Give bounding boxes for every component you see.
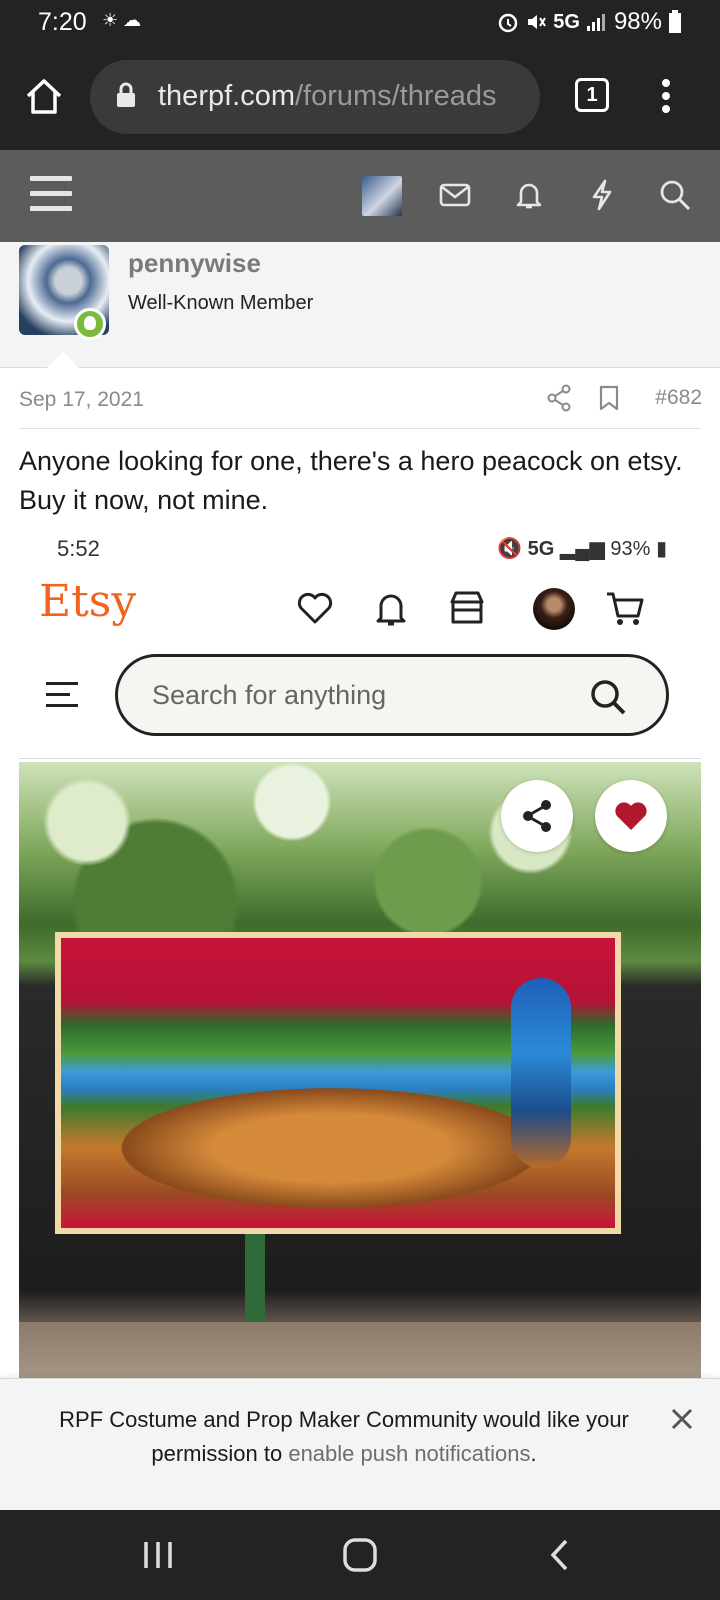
divider xyxy=(19,428,701,429)
online-status-icon xyxy=(74,308,106,340)
push-notification-prompt: RPF Costume and Prop Maker Community wou… xyxy=(0,1378,720,1510)
user-title: Well-Known Member xyxy=(128,292,314,314)
user-block-pointer xyxy=(46,352,80,369)
peacock-tapestry-photo xyxy=(19,762,701,1384)
more-options-icon[interactable] xyxy=(656,74,676,118)
embedded-menu-icon xyxy=(46,682,78,708)
etsy-account-avatar xyxy=(533,588,575,630)
etsy-logo: Etsy xyxy=(39,576,137,627)
search-icon xyxy=(591,680,626,715)
home-icon[interactable] xyxy=(22,74,66,118)
post-user-block: pennywise Well-Known Member xyxy=(0,242,720,369)
notification-prompt-text: RPF Costume and Prop Maker Community wou… xyxy=(24,1403,664,1471)
search-icon[interactable] xyxy=(658,178,692,212)
favorite-button xyxy=(595,780,667,852)
mute-icon xyxy=(528,15,547,29)
post-number-link[interactable]: #682 xyxy=(655,386,702,410)
alarm-icon xyxy=(499,13,518,33)
bell-icon[interactable] xyxy=(512,178,546,212)
account-avatar[interactable] xyxy=(362,176,402,216)
home-icon[interactable] xyxy=(342,1538,378,1572)
embedded-time: 5:52 xyxy=(57,536,100,561)
address-bar[interactable]: therpf.com/forums/threads xyxy=(90,60,540,134)
heart-icon xyxy=(297,592,333,624)
browser-toolbar: therpf.com/forums/threads 1 xyxy=(0,46,720,150)
close-icon[interactable] xyxy=(670,1407,694,1431)
embedded-search-input xyxy=(152,677,572,713)
url-text: therpf.com/forums/threads xyxy=(158,80,496,113)
shop-icon xyxy=(450,591,484,624)
url-path: /forums/threads xyxy=(295,80,497,112)
mail-icon[interactable] xyxy=(438,178,472,212)
embedded-mute-icon: 🔇 xyxy=(497,538,523,560)
system-nav-bar xyxy=(0,1510,720,1600)
post-username[interactable]: pennywise xyxy=(128,248,261,279)
weather-icon: ☀ ☁ xyxy=(102,10,142,30)
heart-icon xyxy=(615,802,647,830)
signal-icon xyxy=(586,14,605,31)
share-icon xyxy=(523,800,551,832)
tab-switcher-button[interactable]: 1 xyxy=(575,78,609,112)
embedded-status-indicators: 🔇 5G ▂▄▆ 93% ▮ xyxy=(497,536,667,561)
peacock-tapestry xyxy=(55,932,621,1234)
embedded-network: 5G xyxy=(527,538,555,560)
share-icon[interactable] xyxy=(546,384,572,412)
share-button xyxy=(501,780,573,852)
wooden-ledge xyxy=(19,1322,701,1384)
network-label: 5G xyxy=(553,10,580,33)
enable-push-link[interactable]: enable push notifications xyxy=(288,1441,530,1466)
post: pennywise Well-Known Member Sep 17, 2021… xyxy=(0,242,720,1384)
divider xyxy=(19,758,701,759)
post-meta: Sep 17, 2021 #682 xyxy=(0,368,720,424)
embedded-status-bar: 5:52 🔇 5G ▂▄▆ 93% ▮ xyxy=(19,526,701,570)
cart-icon xyxy=(607,592,644,625)
battery-icon xyxy=(669,10,681,33)
bell-icon xyxy=(376,594,406,626)
status-indicators: 5G 98% xyxy=(497,8,682,36)
lightning-icon[interactable] xyxy=(585,178,619,212)
status-bar: 7:20 ☀ ☁ 5G 98% xyxy=(0,0,720,46)
recent-apps-icon[interactable] xyxy=(140,1538,176,1572)
embedded-signal-icon: ▂▄▆ xyxy=(559,538,605,560)
status-time: 7:20 xyxy=(38,8,87,36)
url-domain: therpf.com xyxy=(158,80,295,112)
post-date[interactable]: Sep 17, 2021 xyxy=(19,388,144,412)
attached-screenshot[interactable]: 5:52 🔇 5G ▂▄▆ 93% ▮ Etsy xyxy=(19,526,701,1384)
battery-percent: 98% xyxy=(613,8,662,35)
embedded-battery-icon: ▮ xyxy=(655,538,667,560)
embedded-search-box xyxy=(115,654,669,736)
bookmark-icon[interactable] xyxy=(598,384,620,412)
menu-icon[interactable] xyxy=(30,176,72,212)
post-body: Anyone looking for one, there's a hero p… xyxy=(19,446,683,515)
forum-header xyxy=(0,150,720,242)
prompt-text-end: . xyxy=(530,1441,537,1466)
lock-icon xyxy=(117,82,135,107)
embedded-battery: 93% xyxy=(610,538,651,560)
back-icon[interactable] xyxy=(548,1538,572,1572)
